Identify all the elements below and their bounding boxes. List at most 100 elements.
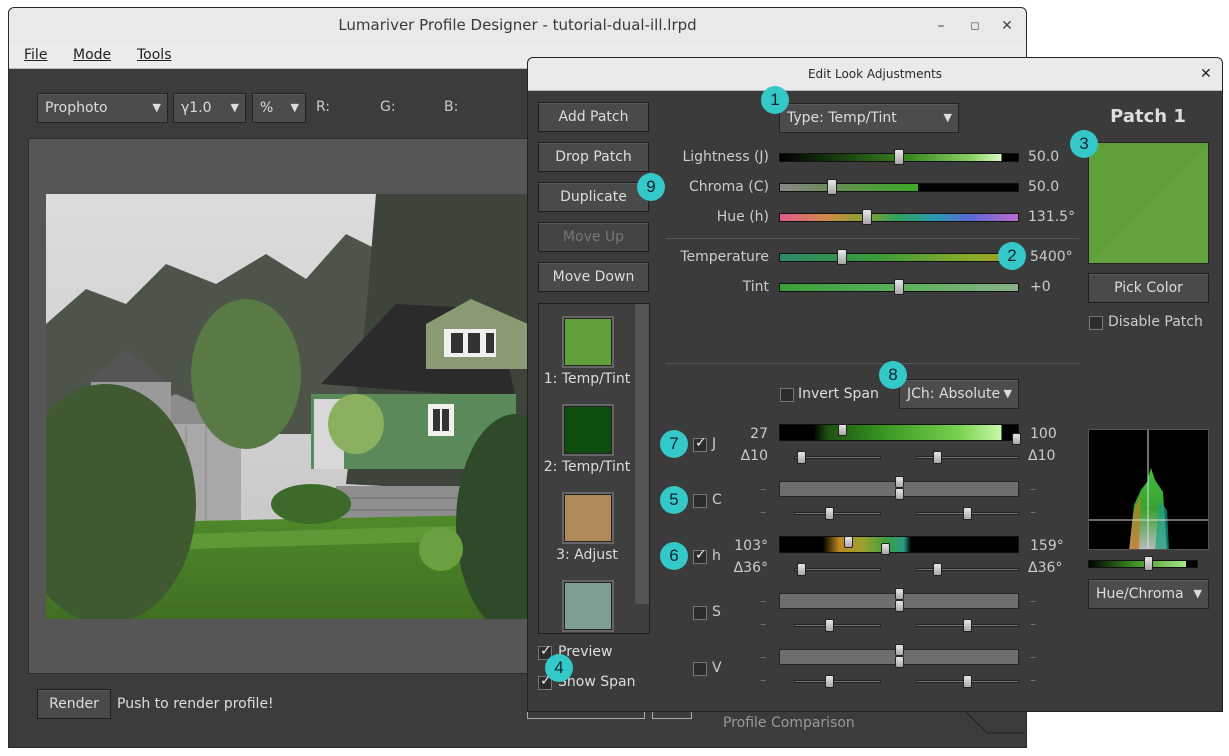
close-icon[interactable]: ✕ (998, 17, 1016, 35)
patch-swatch-2[interactable] (564, 406, 612, 454)
histogram-mode-select[interactable]: Hue/Chroma ▼ (1088, 579, 1209, 609)
menu-file[interactable]: File (24, 47, 47, 63)
patch-swatch-1[interactable] (564, 318, 612, 366)
dropdown-arrow-icon: ▼ (152, 101, 161, 114)
hue-slider[interactable] (779, 209, 1019, 225)
span-s-low-handle[interactable] (895, 588, 904, 600)
drop-patch-button[interactable]: Drop Patch (538, 142, 649, 172)
span-mode-select[interactable]: JCh: Absolute ▼ (899, 379, 1019, 409)
chroma-slider-handle[interactable] (827, 179, 837, 195)
tint-value: +0 (1030, 279, 1051, 295)
chroma-slider[interactable] (779, 179, 1019, 195)
span-j-dhigh-handle[interactable] (933, 451, 942, 464)
close-icon[interactable]: ✕ (1200, 66, 1212, 82)
image-canvas[interactable] (28, 138, 538, 674)
callout-badge-2: 2 (998, 242, 1026, 270)
tab-profile-comparison[interactable]: Profile Comparison (723, 715, 855, 731)
span-h-dlow-slider[interactable] (794, 563, 881, 576)
unit-value: % (260, 100, 274, 116)
patch-swatch-4[interactable] (564, 582, 612, 630)
patch-list-scrollbar[interactable] (635, 304, 649, 604)
span-s-dhigh-handle[interactable] (963, 619, 972, 632)
disable-patch-label: Disable Patch (1108, 314, 1203, 330)
move-up-button[interactable]: Move Up (538, 222, 649, 252)
hue-value: 131.5° (1028, 209, 1076, 225)
minimize-icon[interactable]: – (932, 17, 950, 35)
menu-mode[interactable]: Mode (73, 47, 111, 63)
menu-tools[interactable]: Tools (137, 47, 172, 63)
span-c-low-handle[interactable] (895, 476, 904, 488)
span-v-low-handle[interactable] (895, 644, 904, 656)
span-v-dlow-slider[interactable] (794, 675, 881, 688)
house-photo (46, 194, 532, 619)
span-j-checkbox[interactable] (693, 435, 707, 452)
temperature-label: Temperature (680, 249, 769, 265)
span-c-bar[interactable] (779, 476, 1019, 500)
span-j-dlow-handle[interactable] (797, 451, 806, 464)
dropdown-arrow-icon: ▼ (943, 111, 952, 124)
span-h-low-handle[interactable] (844, 536, 853, 548)
span-v-dhigh-handle[interactable] (963, 675, 972, 688)
span-v-high-handle[interactable] (895, 656, 904, 668)
tint-slider[interactable] (779, 279, 1019, 295)
maximize-icon[interactable]: ◻ (966, 17, 984, 35)
type-select[interactable]: Type: Temp/Tint ▼ (779, 103, 959, 133)
span-c-dhigh-slider[interactable] (916, 507, 1019, 520)
histogram-slider-handle[interactable] (1144, 556, 1153, 571)
span-s-checkbox[interactable] (693, 606, 707, 620)
temperature-slider[interactable] (779, 249, 1019, 265)
span-j-high-handle[interactable] (1012, 433, 1021, 445)
span-c-checkbox[interactable] (693, 494, 707, 508)
span-j-high: 100 (1030, 426, 1057, 442)
move-down-button[interactable]: Move Down (538, 262, 649, 292)
span-j-dlow-slider[interactable] (794, 451, 881, 464)
histogram-slider[interactable] (1088, 556, 1198, 571)
invert-span-checkbox[interactable] (780, 388, 794, 402)
tint-slider-handle[interactable] (894, 279, 904, 295)
patch-swatch-3[interactable] (564, 494, 612, 542)
duplicate-button[interactable]: Duplicate (538, 182, 649, 212)
lightness-slider-handle[interactable] (894, 149, 904, 165)
lightness-slider[interactable] (779, 149, 1019, 165)
span-s-dhigh-slider[interactable] (916, 619, 1019, 632)
span-v-dlow-handle[interactable] (825, 675, 834, 688)
span-j-bar[interactable] (779, 424, 1021, 445)
span-v-dhigh-slider[interactable] (916, 675, 1019, 688)
span-v-bar[interactable] (779, 644, 1019, 668)
add-patch-button[interactable]: Add Patch (538, 102, 649, 132)
span-c-dlow-slider[interactable] (794, 507, 881, 520)
span-c-label: C (712, 492, 722, 508)
hue-chroma-histogram (1088, 429, 1209, 550)
patch-list[interactable]: 1: Temp/Tint 2: Temp/Tint 3: Adjust (538, 303, 650, 634)
span-c-high-handle[interactable] (895, 488, 904, 500)
lightness-label: Lightness (J) (682, 149, 769, 165)
pick-color-button[interactable]: Pick Color (1088, 273, 1209, 303)
span-v-high: – (1030, 650, 1036, 664)
span-c-dhigh: – (1030, 505, 1036, 519)
unit-select[interactable]: % ▼ (252, 93, 306, 123)
span-s-dlow-slider[interactable] (794, 619, 881, 632)
span-c-dhigh-handle[interactable] (963, 507, 972, 520)
span-h-high-handle[interactable] (881, 543, 890, 555)
render-button[interactable]: Render (37, 689, 111, 719)
span-s-dlow-handle[interactable] (825, 619, 834, 632)
span-h-bar[interactable] (779, 536, 1019, 555)
span-c-dlow-handle[interactable] (825, 507, 834, 520)
span-v-checkbox[interactable] (693, 662, 707, 676)
span-j-low-handle[interactable] (838, 424, 847, 436)
span-s-bar[interactable] (779, 588, 1019, 612)
disable-patch-checkbox[interactable] (1089, 316, 1103, 330)
invert-span-label: Invert Span (798, 386, 879, 402)
span-s-high-handle[interactable] (895, 600, 904, 612)
hue-slider-handle[interactable] (862, 209, 872, 225)
span-h-dhigh-slider[interactable] (916, 563, 1019, 576)
span-v-dhigh: – (1030, 673, 1036, 687)
gamma-select[interactable]: γ1.0 ▼ (173, 93, 246, 123)
span-h-dlow-handle[interactable] (797, 563, 806, 576)
span-j-dhigh-slider[interactable] (916, 451, 1019, 464)
span-h-checkbox[interactable] (693, 547, 707, 564)
temperature-slider-handle[interactable] (837, 249, 847, 265)
span-s-label: S (712, 604, 721, 620)
span-h-dhigh-handle[interactable] (933, 563, 942, 576)
colorspace-select[interactable]: Prophoto ▼ (37, 93, 168, 123)
